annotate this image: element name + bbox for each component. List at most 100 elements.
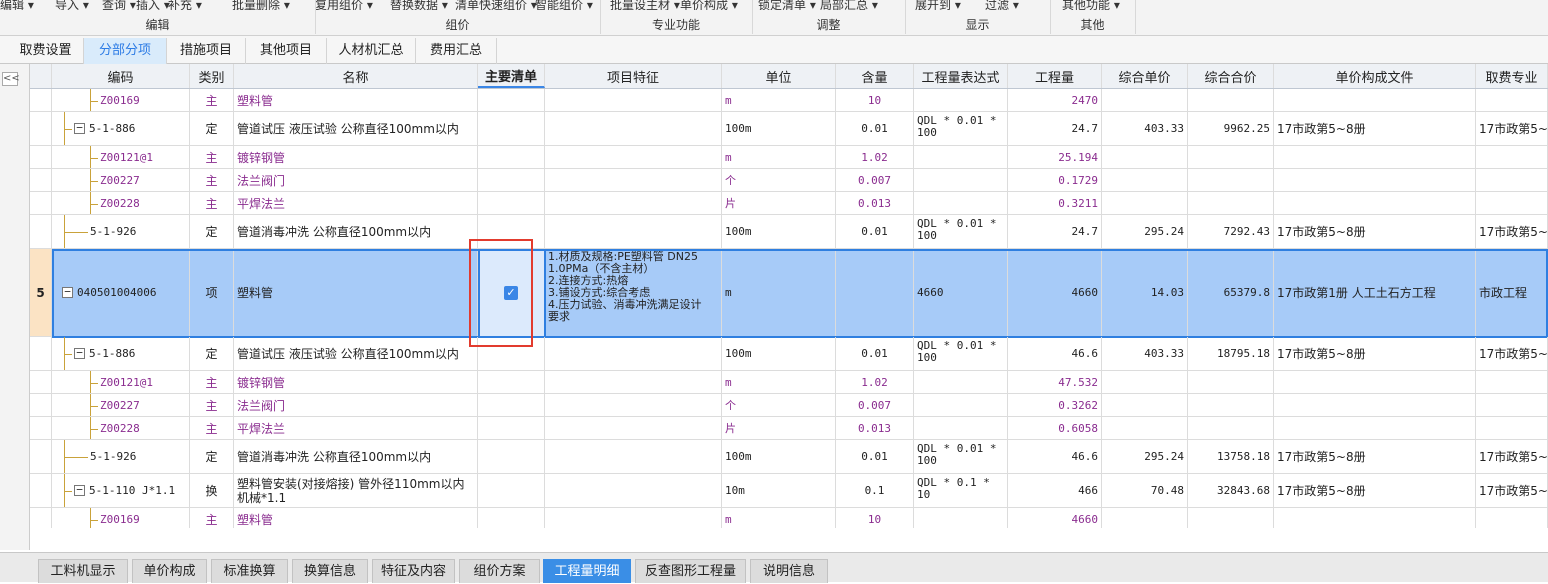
collapse-toggle-icon[interactable]: − (62, 286, 73, 298)
quantity-cell[interactable]: 0.3211 (1008, 192, 1102, 214)
main-list-cell[interactable] (478, 394, 545, 416)
quantity-cell[interactable]: 47.532 (1008, 371, 1102, 393)
fee-profession-cell[interactable]: 17市政第5~8册 (1476, 112, 1548, 145)
code-cell[interactable]: −5-1-886 (52, 112, 190, 145)
column-header[interactable]: 项目特征 (545, 64, 722, 88)
main-list-cell[interactable] (478, 371, 545, 393)
column-header[interactable]: 类别 (190, 64, 234, 88)
collapse-toggle-icon[interactable]: − (74, 347, 85, 359)
name-cell[interactable]: 塑料管 (234, 89, 478, 111)
feature-cell[interactable] (545, 371, 722, 393)
fee-profession-cell[interactable] (1476, 192, 1548, 214)
name-cell[interactable]: 法兰阀门 (234, 394, 478, 416)
main-list-cell[interactable] (478, 508, 545, 528)
content-cell[interactable]: 0.007 (836, 169, 914, 191)
code-cell[interactable]: Z00121@1 (52, 371, 190, 393)
price-composition-file-cell[interactable] (1274, 192, 1476, 214)
fee-profession-cell[interactable] (1476, 417, 1548, 439)
quantity-cell[interactable]: 24.7 (1008, 215, 1102, 248)
quantity-cell[interactable]: 2470 (1008, 89, 1102, 111)
quantity-expression-cell[interactable] (914, 192, 1008, 214)
fee-profession-cell[interactable] (1476, 508, 1548, 528)
code-cell[interactable]: Z00169 (52, 508, 190, 528)
name-cell[interactable]: 平焊法兰 (234, 417, 478, 439)
feature-cell[interactable] (545, 417, 722, 439)
name-cell[interactable]: 镀锌钢管 (234, 146, 478, 168)
quantity-cell[interactable]: 46.6 (1008, 440, 1102, 473)
quantity-expression-cell[interactable]: QDL * 0.01 * 100 (914, 112, 1008, 145)
price-composition-file-cell[interactable]: 17市政第5~8册 (1274, 474, 1476, 507)
column-header[interactable]: 主要清单 (478, 64, 545, 88)
price-composition-file-cell[interactable] (1274, 371, 1476, 393)
code-cell[interactable]: 5-1-926 (52, 440, 190, 473)
main-list-cell[interactable] (478, 337, 545, 370)
fee-profession-cell[interactable]: 17市政第5~8册 (1476, 215, 1548, 248)
name-cell[interactable]: 镀锌钢管 (234, 371, 478, 393)
content-cell[interactable]: 10 (836, 89, 914, 111)
content-cell[interactable]: 0.01 (836, 440, 914, 473)
table-row[interactable]: Z00169 主塑料管 m 10 4660 (30, 508, 1548, 528)
code-cell[interactable]: Z00228 (52, 417, 190, 439)
main-list-checkbox[interactable]: ✓ (504, 285, 518, 300)
quantity-expression-cell[interactable] (914, 371, 1008, 393)
price-composition-file-cell[interactable]: 17市政第5~8册 (1274, 440, 1476, 473)
quantity-cell[interactable]: 46.6 (1008, 337, 1102, 370)
ribbon-button[interactable]: 展开到 ▾ (915, 0, 961, 10)
bottom-tab[interactable]: 工程量明细 (543, 559, 631, 583)
name-cell[interactable]: 平焊法兰 (234, 192, 478, 214)
feature-cell[interactable] (545, 474, 722, 507)
table-row[interactable]: Z00121@1 主镀锌钢管 m 1.02 47.532 (30, 371, 1548, 394)
fee-profession-cell[interactable] (1476, 394, 1548, 416)
ribbon-button[interactable]: 复用组价 ▾ (315, 0, 373, 10)
content-cell[interactable]: 0.1 (836, 474, 914, 507)
quantity-cell[interactable]: 0.6058 (1008, 417, 1102, 439)
collapse-toggle-icon[interactable]: − (74, 484, 85, 496)
price-composition-file-cell[interactable] (1274, 417, 1476, 439)
name-cell[interactable]: 管道试压 液压试验 公称直径100mm以内 (234, 112, 478, 145)
price-composition-file-cell[interactable] (1274, 169, 1476, 191)
price-composition-file-cell[interactable] (1274, 89, 1476, 111)
column-header[interactable]: 工程量 (1008, 64, 1102, 88)
price-composition-file-cell[interactable]: 17市政第5~8册 (1274, 215, 1476, 248)
ribbon-button[interactable]: 其他功能 ▾ (1062, 0, 1120, 10)
quantity-cell[interactable]: 25.194 (1008, 146, 1102, 168)
main-list-cell[interactable] (478, 474, 545, 507)
table-row[interactable]: −5-1-886 定管道试压 液压试验 公称直径100mm以内 100m 0.01 QD… (30, 112, 1548, 146)
name-cell[interactable]: 塑料管 (234, 508, 478, 528)
ribbon-button[interactable]: 插入 ▾ (136, 0, 170, 10)
bottom-tab[interactable]: 反查图形工程量 (635, 559, 746, 583)
ribbon-button[interactable]: 编辑 ▾ (0, 0, 34, 10)
tab-cost-summary[interactable]: 费用汇总 (416, 38, 497, 64)
fee-profession-cell[interactable]: 17市政第5~8册 (1476, 337, 1548, 370)
price-composition-file-cell[interactable]: 17市政第1册 人工土石方工程 (1274, 249, 1476, 336)
column-header[interactable]: 编码 (52, 64, 190, 88)
content-cell[interactable]: 0.007 (836, 394, 914, 416)
content-cell[interactable]: 0.013 (836, 417, 914, 439)
code-cell[interactable]: Z00227 (52, 394, 190, 416)
fee-profession-cell[interactable] (1476, 371, 1548, 393)
code-cell[interactable]: Z00169 (52, 89, 190, 111)
quantity-cell[interactable]: 24.7 (1008, 112, 1102, 145)
ribbon-button[interactable]: 局部汇总 ▾ (820, 0, 878, 10)
feature-cell[interactable] (545, 146, 722, 168)
table-row[interactable]: 5-1-926 定管道消毒冲洗 公称直径100mm以内 100m 0.01 QDL * … (30, 215, 1548, 249)
fee-profession-cell[interactable]: 17市政第5~8册 (1476, 440, 1548, 473)
feature-cell[interactable] (545, 337, 722, 370)
tab-fee-settings[interactable]: 取费设置 (8, 38, 84, 64)
collapse-panel-button[interactable]: << (2, 72, 20, 86)
column-header[interactable]: 综合单价 (1102, 64, 1188, 88)
feature-cell[interactable] (545, 89, 722, 111)
feature-cell[interactable] (545, 394, 722, 416)
quantity-expression-cell[interactable]: QDL * 0.1 * 10 (914, 474, 1008, 507)
ribbon-button[interactable]: 批量设主材 ▾ (610, 0, 680, 10)
main-list-cell[interactable] (478, 192, 545, 214)
ribbon-button[interactable]: 替换数据 ▾ (390, 0, 448, 10)
main-list-cell[interactable]: ✓ (478, 249, 545, 336)
price-composition-file-cell[interactable] (1274, 394, 1476, 416)
bottom-tab[interactable]: 组价方案 (459, 559, 540, 583)
bottom-tab[interactable]: 说明信息 (750, 559, 828, 583)
bottom-tab[interactable]: 换算信息 (292, 559, 368, 583)
name-cell[interactable]: 塑料管 (234, 249, 478, 336)
main-list-cell[interactable] (478, 440, 545, 473)
main-list-cell[interactable] (478, 146, 545, 168)
